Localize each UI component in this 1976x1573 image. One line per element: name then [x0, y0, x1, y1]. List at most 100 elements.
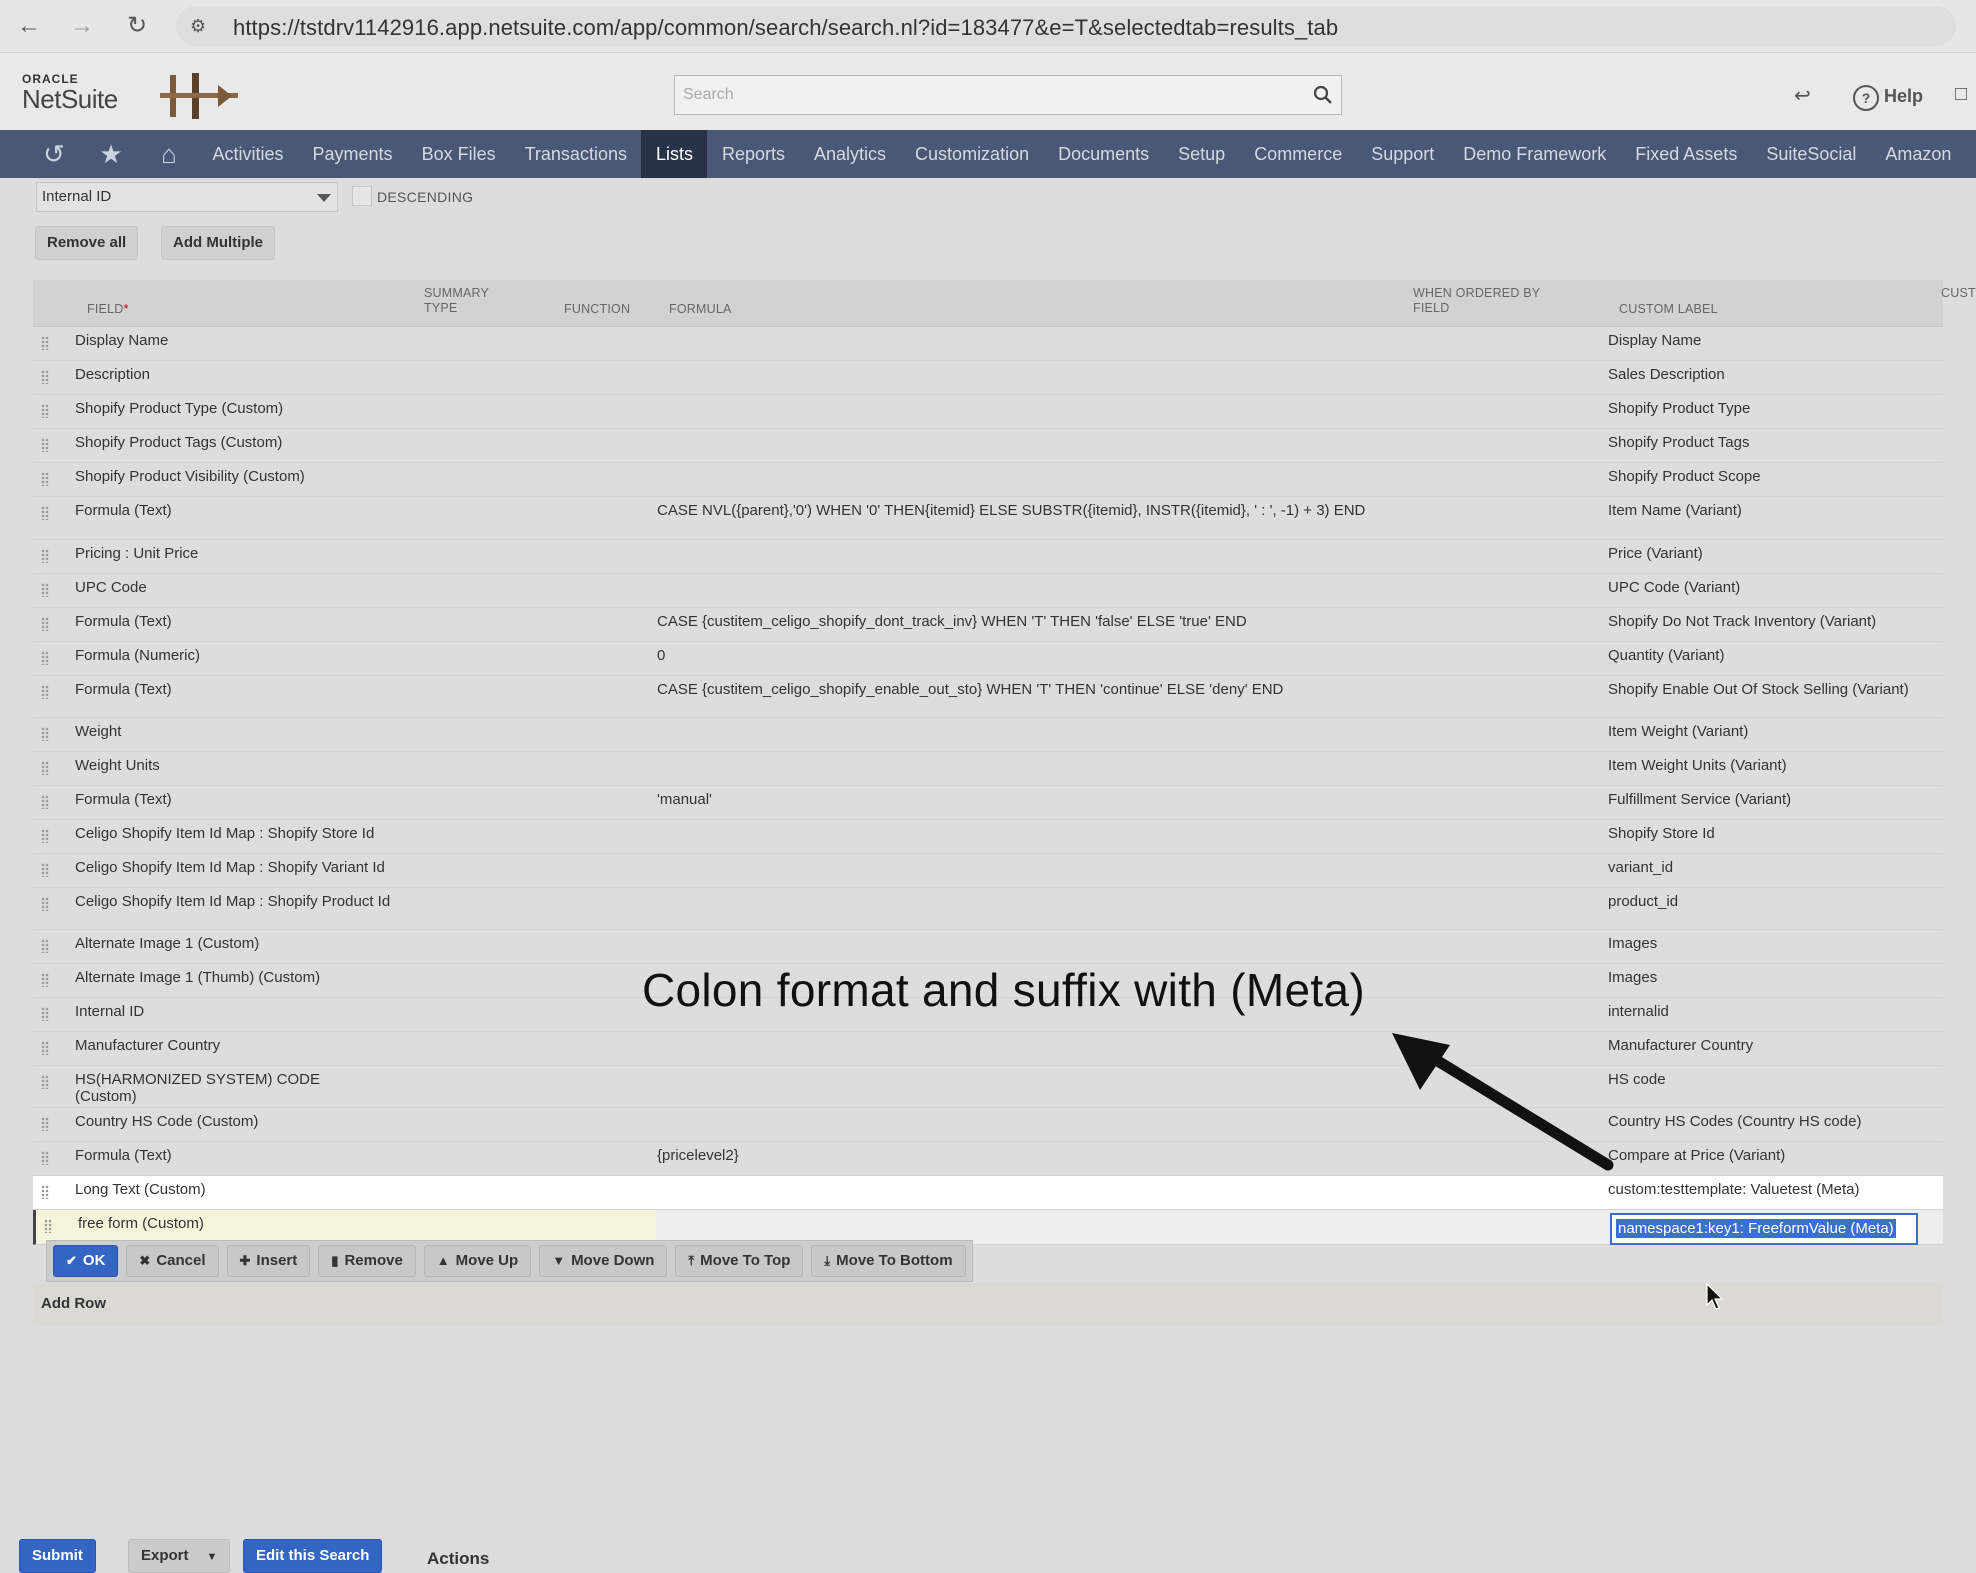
nav-item-activities[interactable]: Activities [198, 130, 298, 178]
nav-item-analytics[interactable]: Analytics [800, 130, 901, 178]
address-bar[interactable]: ⚙ https://tstdrv1142916.app.netsuite.com… [176, 6, 1956, 46]
drag-handle-icon[interactable] [41, 336, 49, 350]
table-row[interactable]: Country HS Code (Custom) Country HS Codes… [33, 1108, 1943, 1142]
site-settings-icon[interactable]: ⚙ [190, 15, 212, 37]
netsuite-logo[interactable]: ORACLE NetSuite [22, 73, 118, 113]
table-row[interactable]: Alternate Image 1 (Custom) Images [33, 930, 1943, 964]
move-to-bottom-button[interactable]: ⤓ Move To Bottom [811, 1245, 966, 1277]
table-row[interactable]: HS(HARMONIZED SYSTEM) CODE (Custom) HS co… [33, 1066, 1943, 1108]
help-link[interactable]: Help [1884, 86, 1923, 107]
table-row[interactable]: Weight Units Item Weight Units (Variant) [33, 752, 1943, 786]
table-row[interactable]: Pricing : Unit Price Price (Variant) [33, 540, 1943, 574]
drag-handle-icon[interactable] [41, 617, 49, 631]
move-to-top-button[interactable]: ⤒ Move To Top [675, 1245, 804, 1277]
table-row[interactable]: Formula (Text) CASE {custitem_celigo_shop… [33, 608, 1943, 642]
nav-item-commerce[interactable]: Commerce [1240, 130, 1357, 178]
table-row[interactable]: Celigo Shopify Item Id Map : Shopify Pro… [33, 888, 1943, 930]
table-row[interactable]: Shopify Product Tags (Custom) Shopify Pro… [33, 429, 1943, 463]
remove-button[interactable]: ▮ Remove [318, 1245, 416, 1277]
nav-item-box-files[interactable]: Box Files [407, 130, 510, 178]
submit-button[interactable]: Submit [19, 1539, 96, 1573]
add-row-link[interactable]: Add Row [41, 1295, 106, 1312]
table-row[interactable]: Formula (Text) CASE {custitem_celigo_shop… [33, 676, 1943, 718]
drag-handle-icon[interactable] [41, 1007, 49, 1021]
nav-item-setup[interactable]: Setup [1164, 130, 1240, 178]
nav-item-customization[interactable]: Customization [901, 130, 1044, 178]
actions-menu[interactable]: Actions [427, 1549, 489, 1569]
nav-item-fixed-assets[interactable]: Fixed Assets [1621, 130, 1752, 178]
drag-handle-icon[interactable] [41, 761, 49, 775]
nav-item-documents[interactable]: Documents [1044, 130, 1164, 178]
drag-handle-icon[interactable] [41, 438, 49, 452]
drag-handle-icon[interactable] [41, 651, 49, 665]
drag-handle-icon[interactable] [41, 973, 49, 987]
export-button[interactable]: Export ▼ [128, 1539, 231, 1573]
table-row[interactable]: Formula (Numeric) 0 Quantity (Variant) [33, 642, 1943, 676]
custom-label-input[interactable]: namespace1:key1: FreeformValue (Meta) [1610, 1213, 1918, 1245]
nav-item-reports[interactable]: Reports [707, 130, 799, 178]
drag-handle-icon[interactable] [41, 939, 49, 953]
table-row[interactable]: Shopify Product Visibility (Custom) Shopi… [33, 463, 1943, 497]
nav-item-support[interactable]: Support [1357, 130, 1449, 178]
cancel-button[interactable]: ✖ Cancel [126, 1245, 219, 1277]
nav-item-suitesocial[interactable]: SuiteSocial [1752, 130, 1871, 178]
sort-by-select[interactable]: Internal ID [36, 182, 338, 212]
table-row[interactable]: Formula (Text) 'manual' Fulfillment Servic… [33, 786, 1943, 820]
nav-item-amazon[interactable]: Amazon [1871, 130, 1966, 178]
favorites-star-icon[interactable]: ★ [95, 138, 127, 170]
table-row[interactable]: Weight Item Weight (Variant) [33, 718, 1943, 752]
search-input[interactable] [681, 76, 1285, 114]
help-icon[interactable]: ? [1853, 85, 1879, 111]
forward-icon[interactable]: → [66, 10, 98, 42]
table-row[interactable]: Description Sales Description [33, 361, 1943, 395]
remove-all-button[interactable]: Remove all [35, 226, 139, 260]
table-row[interactable]: Celigo Shopify Item Id Map : Shopify Var… [33, 854, 1943, 888]
table-row[interactable]: Manufacturer Country Manufacturer Country [33, 1032, 1943, 1066]
recent-icon[interactable]: ↺ [38, 138, 70, 170]
table-row[interactable]: Celigo Shopify Item Id Map : Shopify Sto… [33, 820, 1943, 854]
nav-item-transactions[interactable]: Transactions [510, 130, 641, 178]
table-row[interactable]: Shopify Product Type (Custom) Shopify Pro… [33, 395, 1943, 429]
nav-item-payments[interactable]: Payments [298, 130, 407, 178]
drag-handle-icon[interactable] [41, 1075, 49, 1089]
drag-handle-icon[interactable] [41, 370, 49, 384]
drag-handle-icon[interactable] [41, 685, 49, 699]
table-row-selected[interactable]: Long Text (Custom) custom:testtemplate: V… [33, 1176, 1943, 1210]
recent-records-icon[interactable]: ↩ [1794, 83, 1811, 108]
move-down-button[interactable]: ▼ Move Down [539, 1245, 668, 1277]
drag-handle-icon[interactable] [44, 1219, 52, 1233]
drag-handle-icon[interactable] [41, 583, 49, 597]
drag-handle-icon[interactable] [41, 1041, 49, 1055]
drag-handle-icon[interactable] [41, 404, 49, 418]
table-row[interactable]: UPC Code UPC Code (Variant) [33, 574, 1943, 608]
edit-this-search-button[interactable]: Edit this Search [243, 1539, 383, 1573]
drag-handle-icon[interactable] [41, 829, 49, 843]
drag-handle-icon[interactable] [41, 863, 49, 877]
table-row[interactable]: Display Name Display Name [33, 327, 1943, 361]
drag-handle-icon[interactable] [41, 1117, 49, 1131]
chevron-down-icon[interactable]: ▼ [207, 1551, 218, 1563]
drag-handle-icon[interactable] [41, 1185, 49, 1199]
drag-handle-icon[interactable] [41, 549, 49, 563]
drag-handle-icon[interactable] [41, 506, 49, 520]
feedback-icon[interactable]: □ [1955, 83, 1967, 106]
drag-handle-icon[interactable] [41, 795, 49, 809]
drag-handle-icon[interactable] [41, 1151, 49, 1165]
home-icon[interactable]: ⌂ [153, 138, 185, 170]
table-row[interactable]: Formula (Text) CASE NVL({parent},'0') WHE… [33, 497, 1943, 540]
nav-item-lists[interactable]: Lists [641, 130, 708, 178]
field-dropdown[interactable]: free form (Custom) [78, 1215, 408, 1232]
search-icon[interactable] [1313, 85, 1333, 105]
move-up-button[interactable]: ▲ Move Up [423, 1245, 532, 1277]
insert-button[interactable]: ✚ Insert [226, 1245, 311, 1277]
nav-item-demo-framework[interactable]: Demo Framework [1449, 130, 1621, 178]
descending-checkbox[interactable] [352, 186, 372, 206]
ok-button[interactable]: ✔ OK [53, 1245, 119, 1277]
table-row[interactable]: Formula (Text) {pricelevel2} Compare at Pr… [33, 1142, 1943, 1176]
drag-handle-icon[interactable] [41, 727, 49, 741]
back-icon[interactable]: ← [13, 10, 45, 42]
add-multiple-button[interactable]: Add Multiple [161, 226, 275, 260]
drag-handle-icon[interactable] [41, 472, 49, 486]
reload-icon[interactable]: ↻ [121, 10, 153, 42]
drag-handle-icon[interactable] [41, 897, 49, 911]
